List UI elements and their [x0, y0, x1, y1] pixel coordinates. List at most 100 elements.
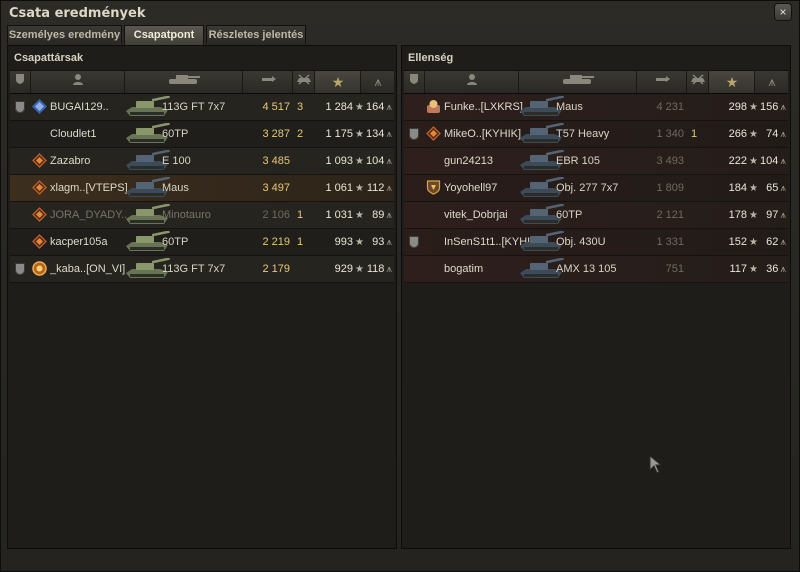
- rank-badge-icon: [15, 263, 25, 275]
- rating-value-value: 118: [366, 263, 385, 275]
- allies-column-header: ★ ⩚: [10, 70, 394, 94]
- close-button[interactable]: ×: [775, 4, 791, 20]
- rank-badge-icon: [409, 236, 419, 248]
- rating-value: 36 ⩚: [756, 256, 790, 282]
- damage-value: 4 517: [240, 94, 290, 120]
- kills-value: [292, 175, 308, 201]
- kills-value: 1: [292, 229, 308, 255]
- xp-value: 1 284 ★: [310, 94, 365, 120]
- damage-value: 1 331: [634, 229, 684, 255]
- xp-value-value: 222: [728, 155, 748, 167]
- kills-value: [686, 256, 702, 282]
- ally-row[interactable]: Zazabro E 100 3 485 1 093 ★ 104 ⩚: [10, 148, 394, 175]
- rating-wings-icon: ⩚: [386, 183, 392, 194]
- kills-value: [686, 229, 702, 255]
- player-name-value: Funke..[LXKRS]: [444, 101, 523, 113]
- damage-value-value: 3 497: [262, 182, 290, 194]
- allies-panel: Csapattársak ★ ⩚ BUGAI129.. 113G FT 7x7 4 5…: [7, 45, 397, 549]
- rating-wings-icon: ⩚: [386, 102, 392, 113]
- rating-wings-icon: ⩚: [386, 156, 392, 167]
- damage-column-icon[interactable]: [242, 71, 293, 93]
- rating-column-icon[interactable]: ⩚: [360, 71, 395, 93]
- kills-value-value: 1: [690, 128, 698, 140]
- damage-value-value: 2 179: [262, 263, 290, 275]
- player-name-value: Yoyohell97: [444, 182, 498, 194]
- kills-value: [686, 202, 702, 228]
- ally-row[interactable]: _kaba..[ON_VI] 113G FT 7x7 2 179 929 ★ 118 ⩚: [10, 256, 394, 283]
- clan-emblem-icon: [32, 261, 47, 276]
- clan-emblem-icon: [426, 126, 441, 141]
- rating-value-value: 164: [366, 101, 385, 113]
- player-name-value: gun24213: [444, 155, 493, 167]
- rating-value: 62 ⩚: [756, 229, 790, 255]
- mouse-cursor-icon: [649, 455, 663, 474]
- rating-value: 104 ⩚: [756, 148, 790, 174]
- clan-emblem-icon: [32, 180, 47, 195]
- damage-value: 4 231: [634, 94, 684, 120]
- rating-value-value: 62: [766, 236, 779, 248]
- ally-row[interactable]: kacper105a 60TP 2 219 1 993 ★ 93 ⩚: [10, 229, 394, 256]
- vehicle-name: EBR 105: [556, 148, 636, 174]
- xp-value-value: 1 031: [325, 209, 354, 221]
- badge-column-icon[interactable]: [404, 71, 424, 93]
- kills-value: [292, 148, 308, 174]
- damage-value-value: 1 331: [656, 236, 684, 248]
- player-name-value: _kaba..[ON_VI]: [50, 263, 126, 275]
- xp-value: 117 ★: [704, 256, 758, 282]
- kills-column-icon[interactable]: [292, 71, 315, 93]
- xp-column-icon[interactable]: ★: [708, 71, 755, 93]
- xp-value-value: 184: [728, 182, 748, 194]
- damage-value-value: 2 121: [656, 209, 684, 221]
- ally-row[interactable]: JORA_DYADY.. Minotauro 2 106 1 1 031 ★ 89 ⩚: [10, 202, 394, 229]
- ally-row[interactable]: BUGAI129.. 113G FT 7x7 4 517 3 1 284 ★ 164 ⩚: [10, 94, 394, 121]
- rating-column-icon[interactable]: ⩚: [754, 71, 789, 93]
- rating-value: 112 ⩚: [362, 175, 396, 201]
- tab-personal-result[interactable]: Személyes eredmény: [7, 25, 122, 44]
- player-column-icon[interactable]: [424, 71, 519, 93]
- xp-value-value: 152: [728, 236, 748, 248]
- enemy-row[interactable]: InSenS1t1..[KYHIK] Obj. 430U 1 331 152 ★ 62 ⩚: [404, 229, 788, 256]
- vehicle-column-icon[interactable]: [518, 71, 637, 93]
- damage-value-value: 751: [665, 263, 684, 275]
- rating-wings-icon: ⩚: [780, 129, 786, 140]
- rating-wings-icon: ⩚: [780, 237, 786, 248]
- rating-wings-icon: ⩚: [780, 156, 786, 167]
- clan-emblem-icon: [32, 207, 47, 222]
- vehicle-name: T57 Heavy: [556, 121, 636, 147]
- ally-row[interactable]: xlagm..[VTEPS] Maus 3 497 1 061 ★ 112 ⩚: [10, 175, 394, 202]
- rank-badge-icon: [409, 128, 419, 140]
- vehicle-name-value: 60TP: [162, 236, 189, 248]
- rating-wings-icon: ⩚: [386, 129, 392, 140]
- enemy-row[interactable]: gun24213 EBR 105 3 493 222 ★ 104 ⩚: [404, 148, 788, 175]
- player-name-value: MikeO..[KYHIK]: [444, 128, 522, 140]
- vehicle-name-value: Maus: [162, 182, 189, 194]
- rating-value-value: 36: [766, 263, 779, 275]
- enemy-row[interactable]: bogatim AMX 13 105 751 117 ★ 36 ⩚: [404, 256, 788, 283]
- enemy-row[interactable]: vitek_Dobrjai 60TP 2 121 178 ★ 97 ⩚: [404, 202, 788, 229]
- enemy-row[interactable]: Funke..[LXKRS] Maus 4 231 298 ★ 156 ⩚: [404, 94, 788, 121]
- allies-list: BUGAI129.. 113G FT 7x7 4 517 3 1 284 ★ 164 ⩚ Clo…: [10, 94, 394, 283]
- xp-value: 1 031 ★: [310, 202, 365, 228]
- xp-column-icon[interactable]: ★: [314, 71, 361, 93]
- enemy-row[interactable]: MikeO..[KYHIK] T57 Heavy 1 340 1 266 ★ 74 ⩚: [404, 121, 788, 148]
- xp-value: 178 ★: [704, 202, 758, 228]
- rating-value: 74 ⩚: [756, 121, 790, 147]
- kills-column-icon[interactable]: [686, 71, 709, 93]
- rating-value-value: 104: [366, 155, 385, 167]
- enemy-row[interactable]: Yoyohell97 Obj. 277 7x7 1 809 184 ★ 65 ⩚: [404, 175, 788, 202]
- damage-value: 1 340: [634, 121, 684, 147]
- player-column-icon[interactable]: [30, 71, 125, 93]
- vehicle-name: 60TP: [162, 121, 242, 147]
- tab-team-score[interactable]: Csapatpont: [124, 25, 204, 45]
- rating-wings-icon: ⩚: [780, 102, 786, 113]
- vehicle-name-value: Maus: [556, 101, 583, 113]
- kills-value: 3: [292, 94, 308, 120]
- rating-wings-icon: ⩚: [780, 210, 786, 221]
- damage-column-icon[interactable]: [636, 71, 687, 93]
- tab-detailed-report[interactable]: Részletes jelentés: [206, 25, 306, 44]
- badge-column-icon[interactable]: [10, 71, 30, 93]
- ally-row[interactable]: Cloudlet1 60TP 3 287 2 1 175 ★ 134 ⩚: [10, 121, 394, 148]
- rating-value: 104 ⩚: [362, 148, 396, 174]
- rating-value-value: 89: [372, 209, 385, 221]
- vehicle-column-icon[interactable]: [124, 71, 243, 93]
